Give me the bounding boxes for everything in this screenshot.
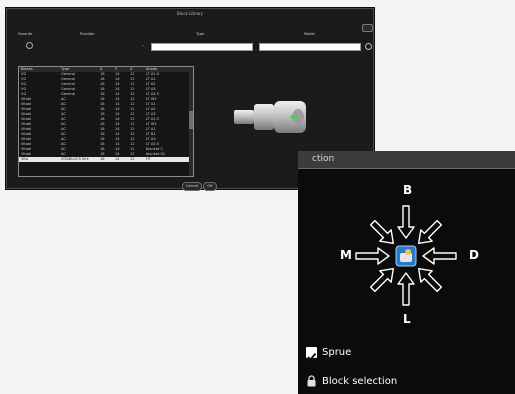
type-input[interactable] bbox=[151, 43, 253, 51]
model-header: Model bbox=[304, 32, 315, 36]
lock-icon[interactable] bbox=[306, 375, 317, 387]
sprue-label[interactable]: Sprue bbox=[322, 347, 351, 358]
label-top: B bbox=[403, 183, 413, 197]
checkbox-icon bbox=[307, 352, 317, 361]
block-orientation-panel: ction B M D L Sprue Block selection bbox=[298, 151, 515, 394]
arrow-bottom-right[interactable] bbox=[413, 263, 445, 295]
label-left: M bbox=[340, 248, 352, 262]
arrow-right[interactable] bbox=[422, 247, 457, 265]
arrow-top-right[interactable] bbox=[413, 217, 445, 249]
arrow-bottom[interactable] bbox=[397, 272, 415, 306]
arrow-bottom-left[interactable] bbox=[367, 263, 399, 295]
type-header: Type bbox=[196, 32, 205, 36]
table-scrollbar[interactable] bbox=[189, 67, 193, 176]
sprue-checkbox[interactable] bbox=[306, 347, 317, 361]
model-input[interactable] bbox=[259, 43, 361, 51]
label-right: D bbox=[469, 248, 479, 262]
arrow-top[interactable] bbox=[397, 205, 415, 239]
cell-y: 14 bbox=[115, 157, 120, 161]
block-selection-label[interactable]: Block selection bbox=[322, 376, 397, 387]
cell-z: 12 bbox=[130, 157, 135, 161]
dialog-title: Block Library bbox=[176, 11, 204, 16]
cell-x: 18 bbox=[100, 157, 105, 161]
cell-shade: HT bbox=[146, 157, 151, 161]
star-icon[interactable] bbox=[26, 42, 33, 49]
block-orientation-icon[interactable] bbox=[395, 245, 417, 267]
scrollbar-thumb[interactable] bbox=[189, 111, 193, 129]
table-row[interactable]: Vita VITABLOCS Mrk 18 14 12 HT bbox=[19, 157, 193, 162]
cell-blocks: Vita bbox=[21, 157, 28, 161]
cell-type: VITABLOCS Mrk bbox=[61, 157, 89, 161]
favorite-header: Favorite bbox=[18, 32, 33, 36]
arrow-top-left[interactable] bbox=[367, 217, 399, 249]
provider-dash: - bbox=[142, 43, 144, 49]
arrow-left[interactable] bbox=[355, 247, 390, 265]
block-3d-preview bbox=[234, 101, 306, 133]
ok-button[interactable]: OK bbox=[203, 182, 217, 191]
close-button[interactable] bbox=[362, 24, 373, 32]
provider-header: Provider bbox=[80, 32, 95, 36]
refresh-icon[interactable] bbox=[365, 43, 372, 50]
blocks-table[interactable]: Blocks Type X Y Z Shade VG General 18 14 12 L… bbox=[18, 66, 194, 177]
label-bottom: L bbox=[403, 312, 411, 326]
cancel-button[interactable]: Cancel bbox=[182, 182, 202, 191]
